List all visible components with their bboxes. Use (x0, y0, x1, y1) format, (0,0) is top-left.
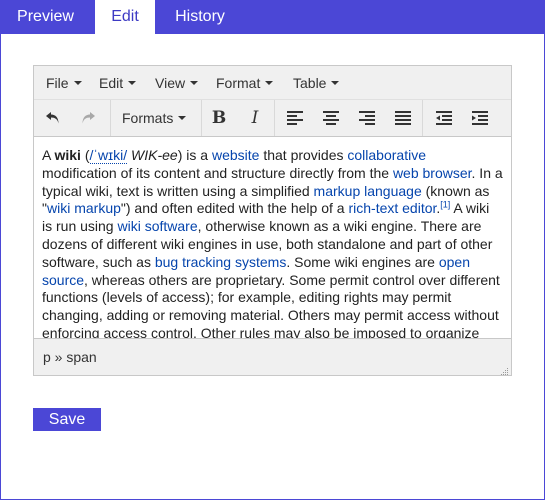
menu-edit[interactable]: Edit (99, 66, 137, 100)
italic-button[interactable]: I (241, 104, 269, 132)
menu-format[interactable]: Format (216, 66, 274, 100)
outdent-icon (436, 111, 452, 125)
chevron-down-icon (73, 81, 82, 86)
menu-file[interactable]: File (46, 66, 82, 100)
chevron-down-icon (331, 81, 340, 86)
align-right-icon (359, 111, 375, 125)
menu-table[interactable]: Table (293, 66, 340, 100)
content-link[interactable]: markup language (314, 183, 422, 199)
redo-icon (82, 112, 95, 124)
content-link[interactable]: rich-text editor (348, 200, 436, 216)
align-center-icon (323, 111, 339, 125)
resize-handle[interactable] (499, 363, 509, 375)
content-link[interactable]: web browser (393, 165, 472, 181)
element-path[interactable]: p » span (43, 339, 97, 375)
editor-toolbar: Formats B I (34, 100, 511, 137)
text-run: A (42, 147, 55, 163)
content-link[interactable]: wiki software (117, 218, 197, 234)
text-run: ( (80, 147, 90, 163)
align-center-button[interactable] (317, 104, 345, 132)
ipa-pronunciation-link[interactable]: /ˈwɪki/ (89, 147, 128, 164)
menu-view[interactable]: View (155, 66, 199, 100)
toolbar-separator (201, 100, 202, 136)
bold-icon: B (211, 108, 227, 128)
tab-history[interactable]: History (158, 0, 242, 34)
menu-table-label: Table (293, 75, 327, 91)
content-link[interactable]: collaborative (347, 147, 426, 163)
chevron-down-icon (128, 81, 137, 86)
rich-text-editor: File Edit View Format Table Formats B I (33, 65, 512, 376)
chevron-down-icon (265, 81, 274, 86)
align-justify-icon (395, 111, 411, 125)
indent-button[interactable] (466, 104, 494, 132)
align-left-button[interactable] (281, 104, 309, 132)
chevron-down-icon (178, 116, 187, 121)
undo-icon (46, 112, 59, 124)
content-link[interactable]: website (212, 147, 259, 163)
resize-grip-icon (501, 368, 508, 375)
text-run: that provides (259, 147, 348, 163)
text-run: , whereas others are proprietary. Some p… (42, 271, 500, 338)
editor-statusbar: p » span (34, 338, 511, 375)
toolbar-separator (274, 100, 275, 136)
undo-button[interactable] (39, 104, 67, 132)
toolbar-separator (422, 100, 423, 136)
italic-icon: I (251, 108, 259, 128)
editor-menubar: File Edit View Format Table (34, 66, 511, 100)
menu-file-label: File (46, 75, 69, 91)
tab-edit[interactable]: Edit (95, 0, 155, 34)
text-run: modification of its content and structur… (42, 164, 393, 181)
text-run: ) is a (177, 147, 212, 163)
outdent-button[interactable] (430, 104, 458, 132)
tab-preview[interactable]: Preview (0, 0, 91, 34)
text-run: . Some wiki engines are (286, 253, 439, 270)
editor-content-area[interactable]: A wiki (/ˈwɪki/ WIK-ee) is a website tha… (34, 137, 511, 338)
align-justify-button[interactable] (389, 104, 417, 132)
tab-bar: Preview Edit History (0, 0, 545, 34)
content-link[interactable]: bug tracking systems (155, 254, 287, 270)
chevron-down-icon (190, 81, 199, 86)
formats-dropdown[interactable]: Formats (122, 100, 187, 136)
formats-label: Formats (122, 110, 174, 126)
citation-link[interactable]: [1] (440, 200, 450, 210)
redo-button[interactable] (74, 104, 102, 132)
align-right-button[interactable] (353, 104, 381, 132)
indent-icon (472, 111, 488, 125)
menu-view-label: View (155, 75, 186, 91)
content-link[interactable]: wiki markup (47, 200, 121, 216)
bold-button[interactable]: B (205, 104, 233, 132)
toolbar-separator (110, 100, 111, 136)
save-button[interactable]: Save (33, 408, 101, 431)
menu-format-label: Format (216, 75, 261, 91)
menu-edit-label: Edit (99, 75, 124, 91)
pronunciation-respelling: WIK-ee (131, 147, 178, 163)
text-run: ") and often edited with the help of a (120, 200, 349, 217)
align-left-icon (287, 111, 303, 125)
bold-term: wiki (54, 147, 81, 163)
content-paragraph: A wiki (/ˈwɪki/ WIK-ee) is a website tha… (42, 147, 503, 338)
